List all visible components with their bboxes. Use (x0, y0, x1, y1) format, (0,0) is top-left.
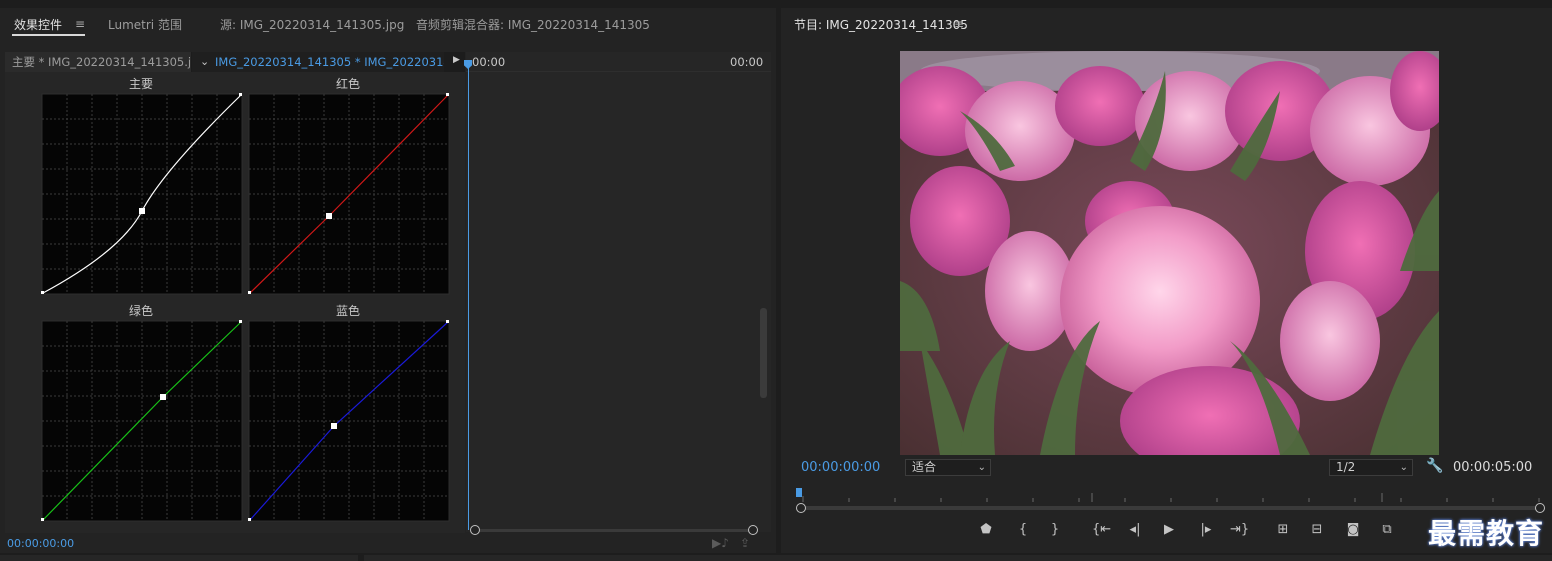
mark-out-icon[interactable]: } (1046, 522, 1064, 537)
resolution-select[interactable]: 1/2 ⌄ (1329, 459, 1413, 476)
curve-title: 绿色 (128, 304, 153, 318)
step-forward-icon[interactable]: |▸ (1197, 522, 1215, 537)
watermark-logo: 最需教育 (1428, 517, 1545, 550)
vertical-scrollbar[interactable] (760, 308, 767, 398)
timeline-end-time: 00:00 (730, 55, 764, 69)
sequence-clip-tab[interactable]: IMG_20220314_141305 * IMG_20220314_... (192, 52, 444, 72)
add-marker-icon[interactable]: ⬟ (977, 522, 995, 537)
tab-source[interactable]: 源: IMG_20220314_141305.jpg (220, 16, 404, 33)
scroll-handle-left[interactable] (470, 525, 480, 535)
effect-timeline[interactable]: 00:00 00:00 (464, 52, 771, 535)
bottom-panel-edge (0, 555, 358, 561)
chevron-down-icon: ⌄ (1399, 462, 1408, 473)
lift-icon[interactable]: ⊞ (1274, 522, 1292, 537)
go-to-in-icon[interactable]: {⇤ (1092, 522, 1111, 537)
program-timecode[interactable]: 00:00:00:00 (801, 460, 880, 475)
panel-menu-icon[interactable]: ≡ (75, 17, 85, 31)
program-duration: 00:00:05:00 (1453, 460, 1533, 475)
curve-title: 主要 (128, 77, 153, 91)
program-monitor-title[interactable]: 节目: IMG_20220314_141305 (794, 16, 968, 33)
timeline-ruler[interactable]: 00:00 00:00 (466, 52, 771, 72)
curves-area: 主要 红色 绿色 蓝色 (5, 72, 465, 533)
timeline-start-time: 00:00 (472, 55, 506, 69)
timeline-zoom-scrollbar[interactable] (470, 525, 758, 535)
hyacinth-image (900, 51, 1439, 455)
program-monitor-panel: 节目: IMG_20220314_141305 ≡ 00:00:00:00 适合… (781, 8, 1552, 553)
active-tab-underline (12, 34, 85, 36)
playhead-line[interactable] (468, 60, 469, 530)
tab-lumetri-scopes[interactable]: Lumetri 范围 (108, 16, 182, 33)
curve-graph[interactable] (41, 320, 243, 522)
curve-graph[interactable] (248, 93, 450, 295)
mark-in-icon[interactable]: { (1014, 522, 1032, 537)
current-time[interactable]: 00:00:00:00 (7, 537, 74, 550)
curve-title: 蓝色 (335, 304, 360, 318)
step-back-icon[interactable]: ◂| (1126, 522, 1144, 537)
zoom-select[interactable]: 适合 ⌄ (905, 459, 991, 476)
program-scroll-track[interactable] (801, 506, 1537, 510)
zoom-select-value: 适合 (912, 460, 937, 474)
tab-audio-clip-mixer[interactable]: 音频剪辑混合器: IMG_20220314_141305 (416, 16, 650, 33)
scroll-handle-right[interactable] (748, 525, 758, 535)
panel-menu-icon[interactable]: ≡ (954, 17, 964, 31)
chevron-down-icon[interactable]: ⌄ (200, 55, 209, 68)
resolution-select-value: 1/2 (1336, 460, 1356, 474)
program-time-ruler[interactable] (793, 488, 1543, 502)
camera-icon[interactable]: ◙ (1344, 522, 1362, 537)
go-to-out-icon[interactable]: ⇥} (1230, 522, 1249, 537)
play-icon[interactable]: ▶ (1160, 522, 1178, 537)
program-video-frame[interactable] (900, 51, 1439, 455)
curve-title: 红色 (335, 77, 360, 91)
export-icon[interactable]: ⇪ (740, 536, 750, 550)
tab-effect-controls[interactable]: 效果控件 (14, 16, 62, 33)
curve-graph[interactable] (41, 93, 243, 295)
curve-graph[interactable] (248, 320, 450, 522)
extract-icon[interactable]: ⊟ (1308, 522, 1326, 537)
wrench-icon[interactable]: 🔧 (1426, 458, 1443, 474)
scroll-handle-left[interactable] (796, 503, 806, 513)
compare-view-icon[interactable]: ⧉ (1378, 522, 1396, 537)
scroll-track[interactable] (480, 529, 754, 532)
master-clip-tab[interactable]: 主要 * IMG_20220314_141305.jpg (5, 52, 191, 72)
effect-controls-panel: 效果控件 ≡ Lumetri 范围 源: IMG_20220314_141305… (0, 8, 776, 553)
chevron-down-icon: ⌄ (977, 462, 986, 473)
audio-scrub-icon[interactable]: ▶♪ (712, 536, 729, 550)
bottom-panel-edge (364, 555, 1552, 561)
play-triangle-icon[interactable]: ▶ (453, 55, 460, 65)
clip-selector-row: 主要 * IMG_20220314_141305.jpg IMG_2022031… (5, 52, 465, 72)
